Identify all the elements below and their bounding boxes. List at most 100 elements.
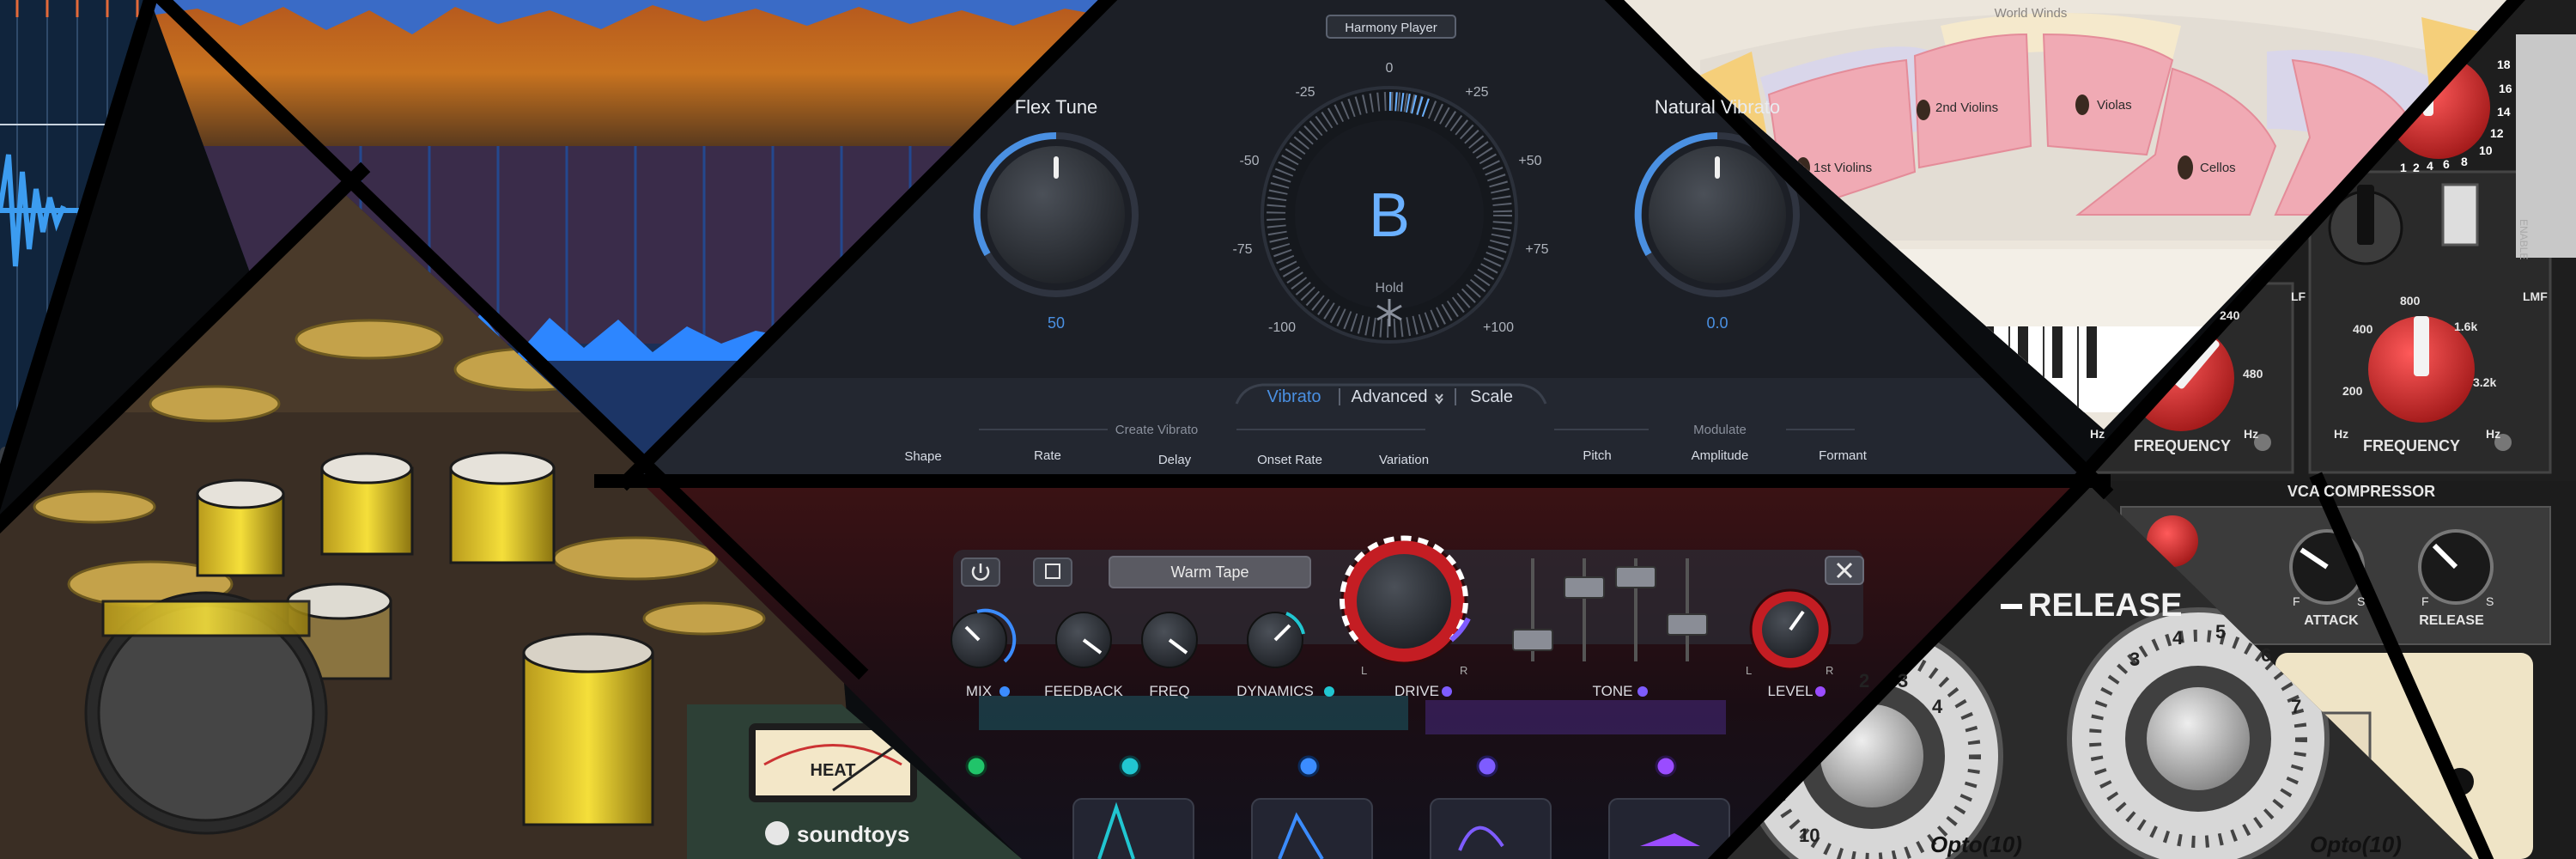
dial-tick: +50 (1518, 154, 1541, 168)
second-violins-label: 2nd Violins (1935, 101, 1998, 115)
heat-meter-label: HEAT (811, 761, 856, 780)
gain-scale: 1 2 4 6 8 10 12 14 16 18 (2400, 58, 2512, 174)
eq-unit-4: Hz (2486, 427, 2500, 441)
preset-name[interactable]: Warm Tape (1170, 564, 1249, 581)
param-formant[interactable]: Formant (1819, 448, 1868, 463)
gain-tick: 4 (2427, 159, 2433, 173)
dial-number: 3 (2129, 649, 2140, 670)
attack-label: ATTACK (2304, 613, 2359, 628)
tab-advanced[interactable]: Advanced (1352, 387, 1428, 406)
eq-unit-3: Hz (2334, 427, 2348, 441)
dial-number: 3 (1898, 670, 1908, 691)
lmf-tick-1-6k: 1.6k (2454, 320, 2477, 333)
note-display: B (1369, 181, 1410, 250)
tab-vibrato[interactable]: Vibrato (1267, 387, 1321, 406)
eq-unit-2: Hz (2244, 427, 2258, 441)
mix-label: MIX (966, 683, 992, 699)
gain-tick: 1 (2400, 161, 2407, 174)
release-fast-label: F (2421, 594, 2429, 608)
opto-left-label: Opto(10) (1930, 832, 2022, 857)
section-create-vibrato: Create Vibrato (1115, 423, 1198, 437)
gain-tick: 6 (2443, 157, 2450, 171)
level-range-high: R (1826, 664, 1833, 677)
harmony-title: Harmony Player (1345, 21, 1437, 35)
dial-number: 10 (1799, 825, 1820, 846)
eq-unit-1: Hz (2090, 427, 2105, 441)
first-violins-label: 1st Violins (1814, 161, 1872, 175)
dynamics-label: DYNAMICS (1236, 683, 1314, 699)
eq-band-lf: LF (2291, 289, 2306, 303)
dial-number: 4 (1932, 696, 1943, 717)
dial-tick: +100 (1483, 320, 1514, 335)
lf-tick-240: 240 (2220, 308, 2240, 322)
natural-vibrato-value: 0.0 (1706, 314, 1728, 332)
dial-number: 2 (1859, 670, 1869, 691)
tape-knob-labels: MIX FEEDBACK FREQ DYNAMICS DRIVE TONE LE… (966, 683, 1814, 699)
flex-tune-label: Flex Tune (1015, 96, 1098, 118)
natural-vibrato-label: Natural Vibrato (1655, 96, 1780, 118)
collage-labels: Harmony Player Flex Tune 50 Natural Vibr… (797, 6, 2548, 857)
dial-tick: -25 (1295, 85, 1315, 100)
opto-dial-numbers: 4 5 6 7 3 3 4 2 10 (1799, 621, 2301, 846)
dial-tick: -75 (1232, 242, 1252, 257)
lmf-tick-3-2k: 3.2k (2473, 375, 2496, 389)
gain-tick: 18 (2497, 58, 2511, 71)
drive-range-low: L (1361, 664, 1367, 677)
level-label: LEVEL (1768, 683, 1814, 699)
orchestra-group-title: World Winds (1995, 6, 2068, 21)
eq-band-lmf: LMF (2523, 289, 2548, 303)
lmf-tick-800: 800 (2400, 294, 2421, 308)
attack-slow-label: S (2357, 594, 2365, 608)
param-rate[interactable]: Rate (1034, 448, 1061, 463)
lmf-tick-400: 400 (2353, 322, 2373, 336)
attack-fast-label: F (2293, 594, 2300, 608)
hold-label[interactable]: Hold (1376, 281, 1404, 295)
vibrato-params: Shape Rate Delay Onset Rate Variation Pi… (904, 448, 1867, 467)
dial-tick: -100 (1268, 320, 1296, 335)
violas-label: Violas (2097, 98, 2132, 113)
gain-tick: 12 (2490, 126, 2504, 140)
dial-number: 6 (2261, 644, 2271, 666)
lmf-frequency-label: FREQUENCY (2363, 437, 2460, 454)
collage: Harmony Player Flex Tune 50 Natural Vibr… (0, 0, 2576, 859)
lf-tick-480: 480 (2243, 367, 2263, 381)
flex-tune-value: 50 (1048, 314, 1065, 332)
soundtoys-brand: soundtoys (797, 821, 909, 847)
enable-label: ENABLE (2518, 219, 2530, 259)
param-variation[interactable]: Variation (1379, 453, 1429, 467)
dial-number: 7 (2291, 696, 2301, 717)
section-modulate: Modulate (1693, 423, 1747, 437)
compressor-title: VCA COMPRESSOR (2287, 483, 2435, 500)
dial-tick: -50 (1239, 154, 1259, 168)
release-label: RELEASE (2419, 613, 2484, 628)
param-onset-rate[interactable]: Onset Rate (1257, 453, 1322, 467)
lmf-tick-200: 200 (2342, 384, 2363, 398)
param-pitch[interactable]: Pitch (1583, 448, 1611, 463)
tab-scale[interactable]: Scale (1470, 387, 1513, 406)
gain-tick: 2 (2413, 161, 2420, 174)
dial-number: 5 (2215, 621, 2226, 643)
tone-label: TONE (1593, 683, 1633, 699)
cellos-label: Cellos (2200, 161, 2236, 175)
gain-tick: 16 (2499, 82, 2512, 95)
drive-label: DRIVE (1394, 683, 1439, 699)
dial-tick: +75 (1525, 242, 1548, 257)
param-delay[interactable]: Delay (1158, 453, 1192, 467)
gain-tick: 14 (2497, 105, 2511, 119)
dial-number: 4 (2172, 627, 2184, 649)
dial-tick: 0 (1386, 61, 1394, 76)
param-shape[interactable]: Shape (904, 449, 941, 464)
freq-label: FREQ (1149, 683, 1189, 699)
lf-frequency-label: FREQUENCY (2134, 437, 2231, 454)
gain-tick: 8 (2461, 155, 2468, 168)
eq-labels: LF LMF FREQUENCY FREQUENCY Hz Hz Hz Hz 2… (2090, 289, 2548, 454)
orchestra-labels: 1st Violins 2nd Violins Violas Cellos (1814, 98, 2236, 175)
feedback-label: FEEDBACK (1044, 683, 1123, 699)
drive-range-high: R (1460, 664, 1467, 677)
level-range-low: L (1746, 664, 1752, 677)
gain-tick: 10 (2479, 143, 2493, 157)
opto-release-label: RELEASE (2028, 588, 2182, 624)
param-amplitude[interactable]: Amplitude (1692, 448, 1749, 463)
opto-right-label: Opto(10) (2310, 832, 2402, 857)
release-slow-label: S (2486, 594, 2494, 608)
